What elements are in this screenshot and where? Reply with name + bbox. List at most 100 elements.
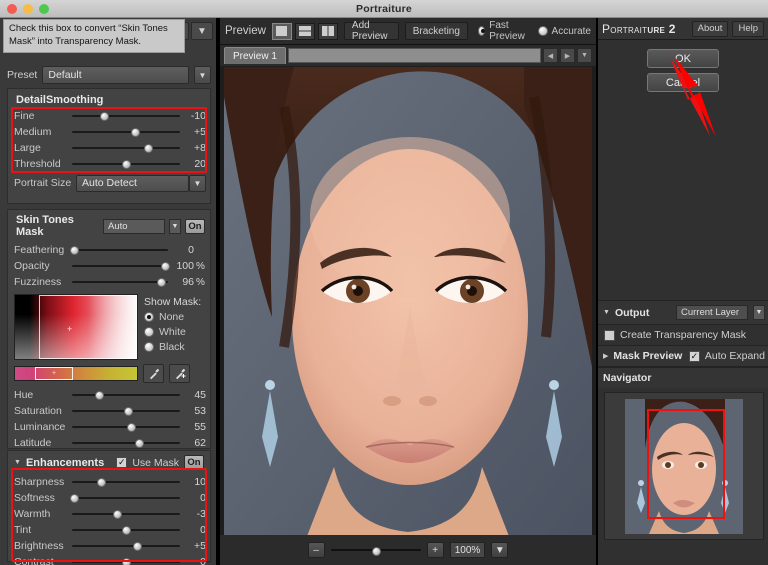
output-disclosure-triangle-down-icon[interactable]: ▼ <box>603 309 610 316</box>
help-button[interactable]: Help <box>732 21 764 37</box>
portrait-size-select[interactable]: Auto Detect <box>76 175 189 192</box>
slider-knob[interactable] <box>135 439 144 448</box>
single-view-icon[interactable] <box>272 23 292 40</box>
slider-knob[interactable] <box>133 542 142 551</box>
slider-threshold[interactable] <box>72 156 180 172</box>
slider-medium[interactable] <box>72 124 180 140</box>
skin-tones-mask-toggle[interactable]: On <box>185 219 205 234</box>
maximize-icon[interactable] <box>39 4 49 14</box>
radio-label-black: Black <box>159 341 185 353</box>
slider-contrast[interactable] <box>72 554 180 565</box>
use-mask-checkbox[interactable]: ✓ <box>116 457 127 468</box>
tab-next-icon[interactable]: ▶ <box>560 48 575 63</box>
mask-preview-disclosure-triangle-right-icon[interactable]: ▶ <box>603 352 608 360</box>
skin-tones-mask-chevron-down-icon[interactable]: ▼ <box>169 219 181 234</box>
slider-value-threshold: 20 <box>180 158 206 170</box>
slider-knob[interactable] <box>122 526 131 535</box>
show-mask-option-none[interactable]: None <box>144 311 201 323</box>
slider-tint[interactable] <box>72 522 180 538</box>
close-icon[interactable] <box>7 4 17 14</box>
horizontal-split-view-icon[interactable] <box>295 23 315 40</box>
tab-prev-icon[interactable]: ◀ <box>543 48 558 63</box>
slider-knob[interactable] <box>124 407 133 416</box>
tab-strip-filler <box>288 48 541 63</box>
bracketing-button[interactable]: Bracketing <box>405 22 468 40</box>
slider-knob[interactable] <box>144 144 153 153</box>
radio-none[interactable] <box>144 312 154 322</box>
navigator-box[interactable] <box>604 392 764 540</box>
slider-warmth[interactable] <box>72 506 180 522</box>
vertical-split-view-icon[interactable] <box>318 23 338 40</box>
slider-saturation[interactable] <box>72 403 180 419</box>
slider-brightness[interactable] <box>72 538 180 554</box>
disclosure-triangle-down-icon[interactable]: ▼ <box>14 459 21 466</box>
eyedropper-icon[interactable] <box>143 364 164 383</box>
create-transparency-mask-checkbox[interactable]: ✓ <box>604 330 615 341</box>
output-target-select[interactable]: Current Layer <box>676 305 748 320</box>
fast-preview-option[interactable]: Fast Preview <box>478 20 528 42</box>
slider-sharpness[interactable] <box>72 474 180 490</box>
show-mask-option-black[interactable]: Black <box>144 341 201 353</box>
slider-row-fine: Fine-10 <box>8 108 210 124</box>
slider-knob[interactable] <box>122 558 131 565</box>
left-controls-panel: ↷ ▼ Preset Default ▼ DetailSmoothing Fin… <box>0 18 218 565</box>
portrait-size-row: Portrait Size Auto Detect ▼ <box>8 172 210 192</box>
slider-knob[interactable] <box>131 128 140 137</box>
zoom-slider-knob[interactable] <box>372 547 381 556</box>
slider-softness[interactable] <box>72 490 180 506</box>
minimize-icon[interactable] <box>23 4 33 14</box>
slider-label-hue: Hue <box>14 389 72 401</box>
preset-select[interactable]: Default <box>42 66 189 84</box>
slider-latitude[interactable] <box>72 435 180 451</box>
navigator-thumbnail[interactable] <box>625 399 743 534</box>
enhancements-toggle[interactable]: On <box>184 455 204 470</box>
slider-large[interactable] <box>72 140 180 156</box>
slider-fine[interactable] <box>72 108 180 124</box>
ok-button[interactable]: OK <box>647 49 719 68</box>
hue-selection-range[interactable]: + <box>35 367 73 380</box>
radio-white[interactable] <box>144 327 154 337</box>
tab-preview-1[interactable]: Preview 1 <box>224 47 286 64</box>
slider-hue[interactable] <box>72 387 180 403</box>
slider-knob[interactable] <box>95 391 104 400</box>
slider-knob[interactable] <box>100 112 109 121</box>
zoom-slider[interactable] <box>331 543 421 557</box>
slider-fuzziness[interactable] <box>72 274 168 290</box>
auto-expand-checkbox[interactable]: ✓ <box>689 351 700 362</box>
accurate-radio[interactable] <box>538 26 548 36</box>
slider-opacity[interactable] <box>72 258 168 274</box>
eyedropper-add-icon[interactable] <box>169 364 190 383</box>
color-gradient-field[interactable]: + <box>14 294 138 360</box>
preset-chevron-down-icon[interactable]: ▼ <box>194 66 211 84</box>
slider-knob[interactable] <box>97 478 106 487</box>
show-mask-option-white[interactable]: White <box>144 326 201 338</box>
hue-strip[interactable]: + <box>14 366 138 381</box>
accurate-option[interactable]: Accurate <box>538 26 591 37</box>
fast-preview-radio[interactable] <box>478 26 485 36</box>
slider-knob[interactable] <box>122 160 131 169</box>
preview-image[interactable] <box>224 67 592 549</box>
add-preview-button[interactable]: Add Preview <box>344 22 399 40</box>
skin-tones-mask-mode-select[interactable]: Auto <box>103 219 165 234</box>
zoom-preset-chevron-down-icon[interactable]: ▼ <box>491 542 508 558</box>
portrait-size-chevron-down-icon[interactable]: ▼ <box>189 175 206 192</box>
navigator-viewport-rect[interactable] <box>647 409 725 519</box>
zoom-out-button[interactable]: – <box>308 542 325 558</box>
zoom-level-value[interactable]: 100% <box>450 542 486 558</box>
output-chevron-down-icon[interactable]: ▼ <box>753 305 765 320</box>
tab-menu-chevron-down-icon[interactable]: ▼ <box>577 48 592 63</box>
slider-knob[interactable] <box>70 494 79 503</box>
slider-knob[interactable] <box>157 278 166 287</box>
cancel-button[interactable]: Cancel <box>647 73 719 92</box>
radio-black[interactable] <box>144 342 154 352</box>
create-transparency-mask-row[interactable]: ✓ Create Transparency Mask <box>598 325 768 345</box>
about-button[interactable]: About <box>692 21 729 37</box>
window-controls[interactable] <box>7 4 49 14</box>
slider-knob[interactable] <box>113 510 122 519</box>
slider-feathering[interactable] <box>72 242 168 258</box>
zoom-in-button[interactable]: + <box>427 542 444 558</box>
chevron-down-icon[interactable]: ▼ <box>191 22 213 40</box>
slider-knob[interactable] <box>70 246 79 255</box>
slider-knob[interactable] <box>127 423 136 432</box>
slider-luminance[interactable] <box>72 419 180 435</box>
